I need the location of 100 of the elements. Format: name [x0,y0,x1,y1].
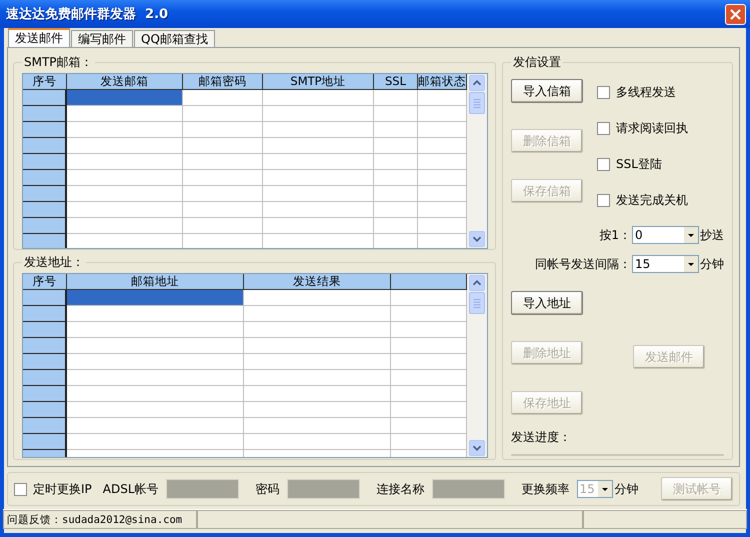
table-cell[interactable] [183,218,263,234]
table-cell[interactable] [391,338,467,354]
column-header[interactable]: 邮箱密码 [183,74,263,90]
table-cell[interactable] [374,122,418,138]
table-cell[interactable] [263,90,374,106]
row-header[interactable] [23,386,67,402]
checkbox[interactable] [14,482,27,496]
checkbox[interactable] [597,194,610,207]
scroll-down-icon[interactable] [469,440,485,456]
column-header[interactable]: 序号 [23,74,67,90]
table-cell[interactable] [374,154,418,170]
checkbox-label[interactable]: 发送完成关机 [616,192,688,209]
checkbox-label[interactable]: 定时更换IP [33,480,92,498]
table-cell[interactable] [67,418,244,434]
table-cell[interactable] [67,402,244,418]
table-cell[interactable] [263,106,374,122]
dropdown[interactable]: 15 [632,255,699,273]
column-header[interactable]: 发送结果 [244,274,391,290]
table-cell[interactable] [391,386,467,402]
table-cell[interactable] [183,202,263,218]
table-cell[interactable] [244,418,391,434]
row-header[interactable] [23,186,67,202]
table-cell[interactable] [263,154,374,170]
dropdown[interactable]: 0 [632,226,699,244]
table-cell[interactable] [67,138,183,154]
table-cell[interactable] [183,122,263,138]
row-header[interactable] [23,234,67,248]
checkbox[interactable] [597,122,610,135]
table-cell[interactable] [67,170,183,186]
row-header[interactable] [23,170,67,186]
row-header[interactable] [23,154,67,170]
table-cell[interactable] [67,322,244,338]
table-cell[interactable] [183,170,263,186]
scroll-down-icon[interactable] [469,231,485,247]
table-cell[interactable] [263,122,374,138]
column-header[interactable]: 序号 [23,274,67,290]
table-cell[interactable] [244,386,391,402]
button[interactable]: 导入信箱 [511,79,583,103]
close-button[interactable] [725,4,746,24]
table-cell[interactable] [374,138,418,154]
table-cell[interactable] [263,218,374,234]
table-cell[interactable] [418,170,467,186]
table-cell[interactable] [183,186,263,202]
table-cell[interactable] [418,138,467,154]
table-cell[interactable] [183,90,263,106]
table-cell[interactable] [67,370,244,386]
column-header[interactable] [391,274,467,290]
table-cell[interactable] [418,218,467,234]
scrollbar[interactable] [467,74,487,248]
table-cell[interactable] [374,218,418,234]
table-cell[interactable] [67,90,183,106]
row-header[interactable] [23,322,67,338]
column-header[interactable]: 邮箱状态 [418,74,467,90]
column-header[interactable]: 邮箱地址 [67,274,244,290]
table-cell[interactable] [263,138,374,154]
table-cell[interactable] [183,154,263,170]
row-header[interactable] [23,370,67,386]
table-cell[interactable] [244,322,391,338]
scroll-thumb[interactable] [469,292,485,314]
table-cell[interactable] [418,154,467,170]
scroll-thumb[interactable] [469,92,485,114]
table-cell[interactable] [391,290,467,306]
table-cell[interactable] [391,370,467,386]
table-cell[interactable] [67,154,183,170]
table-cell[interactable] [391,402,467,418]
table-cell[interactable] [244,290,391,306]
table-cell[interactable] [418,122,467,138]
tab[interactable]: 发送邮件 [8,28,70,47]
checkbox-label[interactable]: 多线程发送 [616,84,676,101]
scroll-up-icon[interactable] [469,75,485,91]
row-header[interactable] [23,138,67,154]
checkbox-label[interactable]: SSL登陆 [616,156,662,173]
table-cell[interactable] [67,434,244,450]
table-cell[interactable] [418,186,467,202]
table-cell[interactable] [374,90,418,106]
scrollbar[interactable] [467,274,487,457]
checkbox[interactable] [597,86,610,99]
row-header[interactable] [23,434,67,450]
table-cell[interactable] [244,370,391,386]
row-header[interactable] [23,402,67,418]
table-cell[interactable] [67,354,244,370]
table-cell[interactable] [244,338,391,354]
table-cell[interactable] [244,402,391,418]
table-cell[interactable] [67,218,183,234]
table-cell[interactable] [263,186,374,202]
table-cell[interactable] [244,434,391,450]
row-header[interactable] [23,90,67,106]
table-cell[interactable] [183,106,263,122]
scroll-up-icon[interactable] [469,275,485,291]
row-header[interactable] [23,354,67,370]
table-cell[interactable] [67,338,244,354]
table-cell[interactable] [374,170,418,186]
table-cell[interactable] [391,354,467,370]
row-header[interactable] [23,122,67,138]
table-cell[interactable] [263,170,374,186]
row-header[interactable] [23,290,67,306]
tab[interactable]: 编写邮件 [71,30,133,47]
column-header[interactable]: SSL [374,74,418,90]
column-header[interactable]: 发送邮箱 [67,74,183,90]
table-cell[interactable] [418,202,467,218]
